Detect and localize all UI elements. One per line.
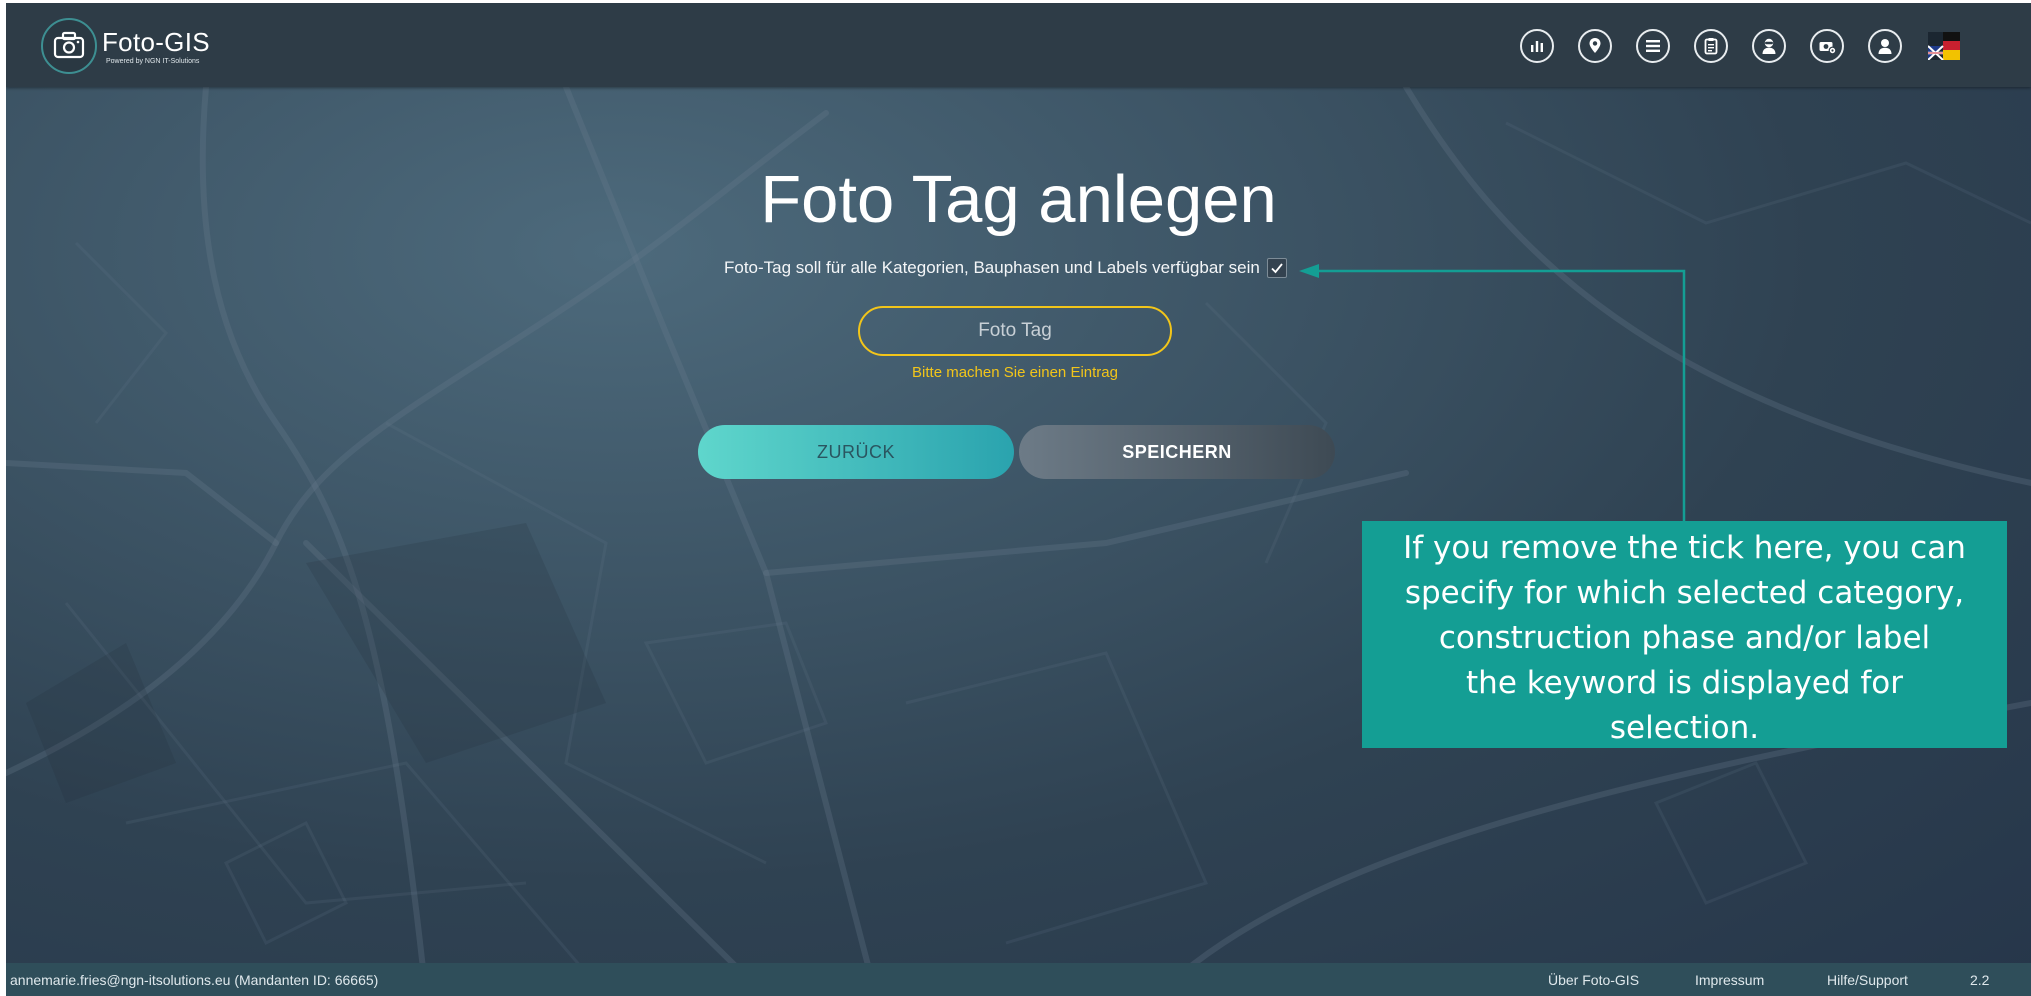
brand-name: Foto-GIS (102, 27, 210, 57)
all-categories-label: Foto-Tag soll für alle Kategorien, Bauph… (724, 258, 1260, 277)
foto-tag-input[interactable] (858, 306, 1172, 356)
footer-version: 2.2 (1970, 972, 1990, 988)
brand-subtitle: Powered by NGN IT-Solutions (106, 58, 200, 65)
save-button[interactable]: SPEICHERN (1019, 425, 1335, 479)
annotation-line: the keyword is displayed for (1466, 665, 1903, 701)
user-admin-icon[interactable] (1752, 29, 1786, 63)
annotation-line: construction phase and/or label (1438, 620, 1931, 656)
footer-user-info: annemarie.fries@ngn-itsolutions.eu (Mand… (10, 972, 379, 988)
annotation-line: selection. (1609, 710, 1760, 746)
page-title: Foto Tag anlegen (760, 162, 1277, 237)
footer-bar: annemarie.fries@ngn-itsolutions.eu (Mand… (6, 963, 2031, 996)
app-window: Foto-GIS Powered by NGN IT-Solutions Fot… (6, 3, 2031, 996)
footer-link-about[interactable]: Über Foto-GIS (1548, 972, 1639, 988)
language-flag-icon[interactable] (1928, 32, 1960, 60)
footer-link-imprint[interactable]: Impressum (1695, 972, 1764, 988)
top-bar: Foto-GIS Powered by NGN IT-Solutions (6, 3, 2031, 87)
camera-logo-icon[interactable] (40, 17, 98, 75)
map-pin-icon[interactable] (1578, 29, 1612, 63)
clipboard-icon[interactable] (1694, 29, 1728, 63)
background-map (6, 84, 2031, 996)
footer-link-help[interactable]: Hilfe/Support (1827, 972, 1908, 988)
all-categories-checkbox[interactable] (1266, 258, 1287, 278)
back-button[interactable]: ZURÜCK (698, 425, 1014, 479)
annotation-line: If you remove the tick here, you can (1403, 530, 1966, 566)
camera-settings-icon[interactable] (1810, 29, 1844, 63)
annotation-callout: If you remove the tick here, you can spe… (1362, 521, 2007, 748)
validation-message: Bitte machen Sie einen Eintrag (912, 364, 1118, 381)
list-icon[interactable] (1636, 29, 1670, 63)
statistics-icon[interactable] (1520, 29, 1554, 63)
checkmark-icon (1271, 263, 1283, 274)
profile-icon[interactable] (1868, 29, 1902, 63)
annotation-line: specify for which selected category, (1404, 575, 1965, 611)
all-categories-option: Foto-Tag soll für alle Kategorien, Bauph… (724, 258, 1287, 278)
